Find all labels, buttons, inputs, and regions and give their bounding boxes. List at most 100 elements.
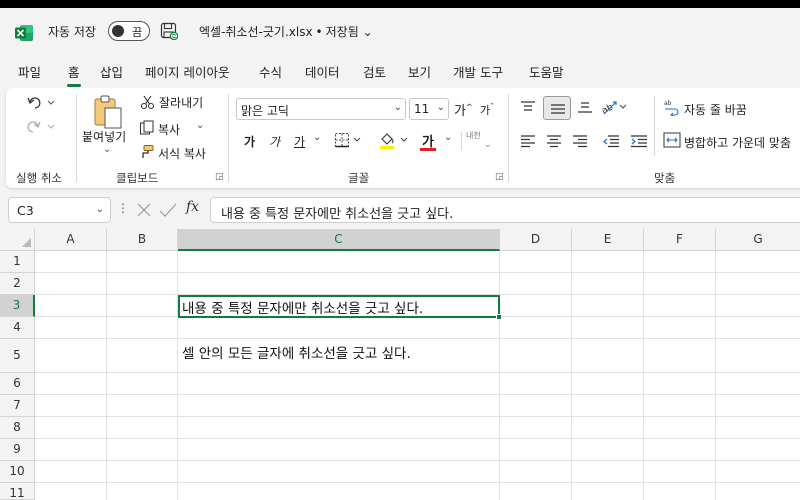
column-header-d[interactable]: D <box>500 229 572 251</box>
align-center-icon[interactable] <box>546 134 562 148</box>
column-header-g[interactable]: G <box>716 229 800 251</box>
undo-group-label: 실행 취소 <box>16 171 62 185</box>
formula-value: 내용 중 특정 문자에만 취소선을 긋고 싶다. <box>221 207 454 222</box>
font-size-select[interactable]: 11 ⌄ <box>409 98 449 120</box>
row-header-7[interactable]: 7 <box>0 395 35 417</box>
select-all-button[interactable] <box>0 229 35 251</box>
grow-font-button[interactable]: 가^ <box>454 100 473 119</box>
bold-button[interactable]: 가 <box>244 133 255 150</box>
more-options-icon[interactable]: ⋮ <box>117 201 129 215</box>
row-header-4[interactable]: 4 <box>0 317 35 339</box>
row-header-10[interactable]: 10 <box>0 461 35 483</box>
column-header-c[interactable]: C <box>178 229 500 251</box>
align-left-icon[interactable] <box>520 134 536 148</box>
fill-color-icon[interactable] <box>378 130 414 150</box>
autosave-toggle[interactable]: 끔 <box>108 21 150 41</box>
group-divider <box>76 94 77 182</box>
cut-button[interactable]: 잘라내기 <box>159 94 203 111</box>
column-header-e[interactable]: E <box>572 229 644 251</box>
paste-dropdown-icon[interactable]: ⌄ <box>103 144 111 155</box>
gridline <box>499 251 500 500</box>
phonetic-guide-button[interactable]: 내천 <box>466 131 481 140</box>
name-box[interactable]: C3 ⌄ <box>8 197 111 223</box>
align-middle-button[interactable] <box>543 96 571 120</box>
group-divider <box>228 94 229 182</box>
tab-review[interactable]: 검토 <box>363 62 386 81</box>
worksheet-grid[interactable]: A B C D E F G 1 2 3 4 5 6 7 8 9 10 11 내용… <box>0 229 800 500</box>
save-icon[interactable] <box>160 22 178 40</box>
row-header-3[interactable]: 3 <box>0 295 35 317</box>
tab-data[interactable]: 데이터 <box>305 62 340 81</box>
orientation-icon[interactable]: ab <box>600 98 630 116</box>
tab-file[interactable]: 파일 <box>18 62 41 81</box>
font-color-dropdown-icon[interactable]: ⌄ <box>444 132 452 143</box>
paste-button-label[interactable]: 붙여넣기 <box>82 128 126 145</box>
decrease-indent-icon[interactable] <box>602 134 620 148</box>
insert-function-button[interactable]: fx <box>186 199 199 215</box>
wrap-text-button[interactable]: 자동 줄 바꿈 <box>684 101 747 118</box>
copy-dropdown-icon[interactable]: ⌄ <box>196 120 204 131</box>
document-title[interactable]: 엑셀-취소선-긋기.xlsx • 저장됨 ⌄ <box>199 23 373 40</box>
tab-developer[interactable]: 개발 도구 <box>453 62 503 81</box>
active-cell-border <box>178 295 502 320</box>
shrink-font-glyph: 가 <box>480 104 491 117</box>
column-header-a[interactable]: A <box>35 229 107 251</box>
format-painter-button[interactable]: 서식 복사 <box>158 145 206 162</box>
italic-button[interactable]: 가 <box>269 133 280 150</box>
underline-button[interactable]: 가 <box>294 133 305 150</box>
copy-button[interactable]: 복사 <box>158 121 180 138</box>
excel-logo-icon <box>15 25 33 41</box>
fill-handle[interactable] <box>496 314 502 320</box>
format-painter-icon <box>142 145 154 158</box>
borders-icon[interactable] <box>334 132 364 148</box>
font-color-swatch <box>420 148 436 151</box>
align-top-icon[interactable] <box>520 100 536 114</box>
formula-input[interactable]: 내용 중 특정 문자에만 취소선을 긋고 싶다. <box>210 197 800 223</box>
phonetic-dropdown-icon[interactable]: ⌄ <box>484 140 492 150</box>
row-header-9[interactable]: 9 <box>0 439 35 461</box>
tab-formulas[interactable]: 수식 <box>259 62 282 81</box>
tab-page-layout[interactable]: 페이지 레이아웃 <box>145 62 229 81</box>
cancel-icon <box>137 203 151 217</box>
chevron-down-icon: ⌄ <box>362 25 373 39</box>
gridline <box>715 251 716 500</box>
cell-c5[interactable]: 셀 안의 모든 글자에 취소선을 긋고 싶다. <box>182 342 411 362</box>
undo-icon[interactable] <box>26 95 56 111</box>
row-header-1[interactable]: 1 <box>0 251 35 273</box>
tab-help[interactable]: 도움말 <box>529 62 564 81</box>
underline-dropdown-icon[interactable]: ⌄ <box>313 132 321 143</box>
row-header-6[interactable]: 6 <box>0 373 35 395</box>
merge-center-button[interactable]: 병합하고 가운데 맞춤 <box>684 134 791 151</box>
merge-center-icon <box>663 132 681 148</box>
ribbon: 실행 취소 붙여넣기 ⌄ 잘라내기 복사 ⌄ 서식 복사 클립보드 ◲ 맑은 고… <box>6 88 800 188</box>
tab-insert[interactable]: 삽입 <box>100 62 123 81</box>
clipboard-launcher-icon[interactable]: ◲ <box>215 172 224 182</box>
column-header-b[interactable]: B <box>107 229 178 251</box>
redo-icon[interactable] <box>26 119 56 135</box>
align-bottom-icon[interactable] <box>577 100 593 114</box>
divider <box>654 96 655 156</box>
gridline <box>106 251 107 500</box>
row-header-8[interactable]: 8 <box>0 417 35 439</box>
paste-icon[interactable] <box>92 94 124 130</box>
row-header-2[interactable]: 2 <box>0 273 35 295</box>
shrink-font-button[interactable]: 가ˇ <box>480 102 494 118</box>
tab-home[interactable]: 홈 <box>67 62 81 87</box>
font-name-value: 맑은 고딕 <box>241 104 289 118</box>
gridline <box>35 394 800 395</box>
column-header-f[interactable]: F <box>644 229 716 251</box>
svg-text:ab: ab <box>664 100 672 107</box>
font-launcher-icon[interactable]: ◲ <box>495 172 504 182</box>
file-name: 엑셀-취소선-긋기.xlsx <box>199 25 313 39</box>
grow-font-glyph: 가 <box>454 104 466 119</box>
font-group-label: 글꼴 <box>348 171 370 185</box>
row-header-11[interactable]: 11 <box>0 483 35 500</box>
font-name-select[interactable]: 맑은 고딕 ⌄ <box>236 98 406 120</box>
increase-indent-icon[interactable] <box>630 134 648 148</box>
scissors-icon <box>140 95 155 110</box>
align-right-icon[interactable] <box>572 134 588 148</box>
row-header-5[interactable]: 5 <box>0 339 35 373</box>
gridline <box>35 272 800 273</box>
tab-view[interactable]: 보기 <box>408 62 431 81</box>
alignment-group-label: 맞춤 <box>654 171 676 185</box>
